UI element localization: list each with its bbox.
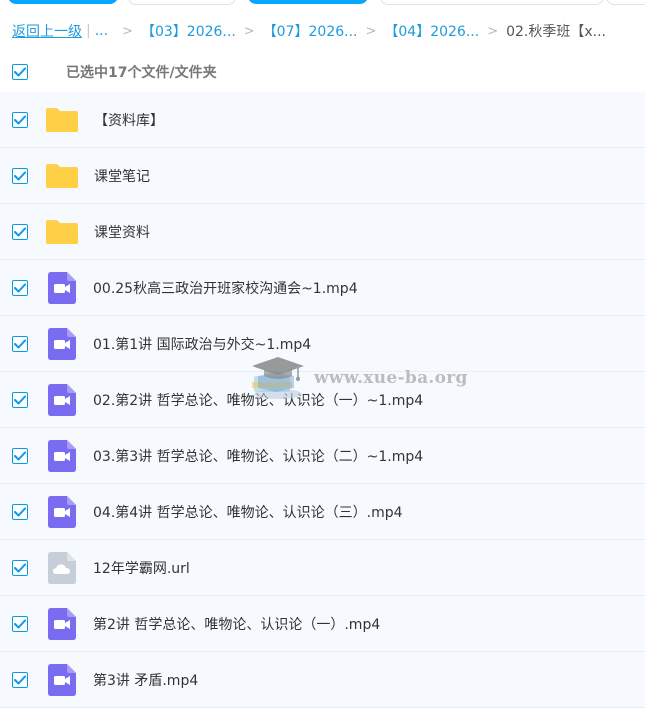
file-icon-wrap[interactable] xyxy=(44,384,80,416)
select-all-checkbox[interactable] xyxy=(12,64,28,80)
chevron-right-icon: > xyxy=(365,23,377,39)
back-link[interactable]: 返回上一级 xyxy=(12,21,82,41)
checkmark-icon xyxy=(14,67,26,77)
chevron-right-icon: > xyxy=(122,23,133,39)
checkmark-icon xyxy=(14,171,26,180)
file-icon-wrap[interactable] xyxy=(44,272,80,304)
row-checkbox[interactable] xyxy=(12,615,28,632)
checkmark-icon xyxy=(14,115,26,124)
video-file-icon xyxy=(48,496,76,528)
file-row[interactable]: 课堂笔记 xyxy=(0,148,645,204)
breadcrumb-crumb-07[interactable]: 【07】2026... xyxy=(263,21,358,41)
file-icon-wrap[interactable] xyxy=(44,104,80,136)
file-name[interactable]: 课堂资料 xyxy=(94,204,150,260)
breadcrumb-current: 02.秋季班【x... xyxy=(506,24,606,40)
row-checkbox[interactable] xyxy=(12,167,28,184)
folder-icon xyxy=(46,220,78,244)
toolbar-button[interactable] xyxy=(8,0,118,4)
file-icon-wrap[interactable] xyxy=(44,552,80,584)
file-row[interactable]: 【资料库】 xyxy=(0,92,645,148)
file-row[interactable]: 03.第3讲 哲学总论、唯物论、认识论（二）~1.mp4 xyxy=(0,428,645,484)
video-file-icon xyxy=(48,664,76,696)
checkmark-icon xyxy=(14,283,26,292)
row-checkbox[interactable] xyxy=(12,671,28,688)
toolbar-button[interactable] xyxy=(380,0,604,5)
row-checkbox[interactable] xyxy=(12,223,28,240)
file-icon-wrap[interactable] xyxy=(44,216,80,248)
file-icon-wrap[interactable] xyxy=(44,440,80,472)
file-row[interactable]: 04.第4讲 哲学总论、唯物论、认识论（三）.mp4 xyxy=(0,484,645,540)
row-checkbox[interactable] xyxy=(12,335,28,352)
row-checkbox[interactable] xyxy=(12,279,28,296)
breadcrumb: 返回上一级 | ... > 【03】2026... > 【07】2026... … xyxy=(12,20,606,42)
video-file-icon xyxy=(48,328,76,360)
toolbar-button[interactable] xyxy=(128,0,236,5)
file-icon-wrap[interactable] xyxy=(44,160,80,192)
file-row[interactable]: 第3讲 矛盾.mp4 xyxy=(0,652,645,708)
file-name[interactable]: 00.25秋高三政治开班家校沟通会~1.mp4 xyxy=(93,260,358,316)
file-row[interactable]: 课堂资料 xyxy=(0,204,645,260)
row-checkbox[interactable] xyxy=(12,503,28,520)
file-row[interactable]: 00.25秋高三政治开班家校沟通会~1.mp4 xyxy=(0,260,645,316)
checkmark-icon xyxy=(14,563,26,572)
breadcrumb-crumb-03[interactable]: 【03】2026... xyxy=(141,21,236,41)
selection-header: 已选中17个文件/文件夹 xyxy=(0,56,645,88)
breadcrumb-crumb-04[interactable]: 【04】2026... xyxy=(384,21,479,41)
selected-count-label: 已选中17个文件/文件夹 xyxy=(66,65,217,81)
file-row[interactable]: 12年学霸网.url xyxy=(0,540,645,596)
toolbar xyxy=(0,0,645,6)
file-name[interactable]: 第2讲 哲学总论、唯物论、认识论（一）.mp4 xyxy=(93,596,380,652)
checkmark-icon xyxy=(14,507,26,516)
cloud-file-icon xyxy=(48,552,76,584)
file-manager-page: 返回上一级 | ... > 【03】2026... > 【07】2026... … xyxy=(0,0,645,715)
video-file-icon xyxy=(48,384,76,416)
file-name[interactable]: 12年学霸网.url xyxy=(93,540,190,596)
checkmark-icon xyxy=(14,395,26,404)
file-name[interactable]: 02.第2讲 哲学总论、唯物论、认识论（一）~1.mp4 xyxy=(93,372,423,428)
folder-icon xyxy=(46,164,78,188)
video-file-icon xyxy=(48,440,76,472)
row-checkbox[interactable] xyxy=(12,391,28,408)
file-icon-wrap[interactable] xyxy=(44,664,80,696)
file-list: 【资料库】 课堂笔记 课堂资料 00.25秋高三政治开班家校沟通会~1.mp4 01.第… xyxy=(0,92,645,708)
toolbar-button[interactable] xyxy=(248,0,368,4)
checkmark-icon xyxy=(14,675,26,684)
file-row[interactable]: 02.第2讲 哲学总论、唯物论、认识论（一）~1.mp4 xyxy=(0,372,645,428)
file-name[interactable]: 01.第1讲 国际政治与外交~1.mp4 xyxy=(93,316,311,372)
breadcrumb-ellipsis[interactable]: ... xyxy=(95,23,108,39)
chevron-right-icon: > xyxy=(487,23,499,39)
file-name[interactable]: 03.第3讲 哲学总论、唯物论、认识论（二）~1.mp4 xyxy=(93,428,423,484)
checkmark-icon xyxy=(14,227,26,236)
row-checkbox[interactable] xyxy=(12,111,28,128)
video-file-icon xyxy=(48,608,76,640)
chevron-right-icon: > xyxy=(243,23,255,39)
file-name[interactable]: 04.第4讲 哲学总论、唯物论、认识论（三）.mp4 xyxy=(93,484,403,540)
file-name[interactable]: 第3讲 矛盾.mp4 xyxy=(93,652,198,708)
folder-icon xyxy=(46,108,78,132)
toolbar-button[interactable] xyxy=(606,0,645,5)
breadcrumb-divider: | xyxy=(86,23,91,39)
checkmark-icon xyxy=(14,451,26,460)
row-checkbox[interactable] xyxy=(12,559,28,576)
file-icon-wrap[interactable] xyxy=(44,496,80,528)
checkmark-icon xyxy=(14,619,26,628)
checkmark-icon xyxy=(14,339,26,348)
file-icon-wrap[interactable] xyxy=(44,608,80,640)
file-name[interactable]: 【资料库】 xyxy=(94,92,164,148)
file-row[interactable]: 第2讲 哲学总论、唯物论、认识论（一）.mp4 xyxy=(0,596,645,652)
video-file-icon xyxy=(48,272,76,304)
file-icon-wrap[interactable] xyxy=(44,328,80,360)
file-row[interactable]: 01.第1讲 国际政治与外交~1.mp4 xyxy=(0,316,645,372)
row-checkbox[interactable] xyxy=(12,447,28,464)
file-name[interactable]: 课堂笔记 xyxy=(94,148,150,204)
